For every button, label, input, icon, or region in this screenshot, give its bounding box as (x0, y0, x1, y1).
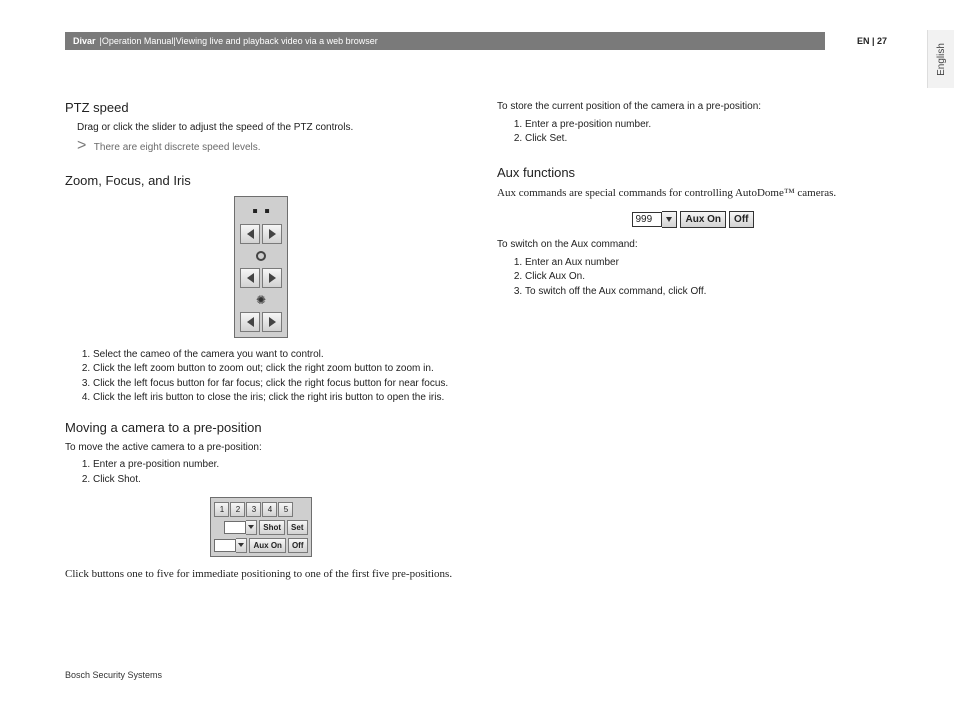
list-item: Click Shot. (93, 473, 457, 488)
aux-off-button[interactable]: Off (288, 538, 308, 553)
header-page: EN | 27 (825, 32, 891, 50)
header-doc: Operation Manual (102, 36, 174, 46)
zoom-in-glyph-icon: ▪ (261, 206, 273, 218)
preset-2-button[interactable]: 2 (230, 502, 245, 517)
aux-number-input[interactable] (214, 539, 236, 552)
aux-number-field[interactable]: 999 (632, 212, 662, 227)
aux-bar-figure: 999 Aux On Off (497, 209, 889, 228)
chevron-down-icon (248, 525, 254, 529)
zfi-heading: Zoom, Focus, and Iris (65, 173, 457, 188)
triangle-left-icon (247, 273, 254, 283)
zoom-out-button[interactable] (240, 224, 260, 244)
ptz-speed-heading: PTZ speed (65, 100, 457, 115)
list-item: Click Set. (525, 132, 889, 147)
header-bar: Divar | Operation Manual | Viewing live … (65, 32, 891, 50)
chevron-down-icon (238, 543, 244, 547)
language-tab-label: English (936, 43, 947, 76)
list-item: Select the cameo of the camera you want … (93, 348, 457, 363)
aux-intro: Aux commands are special commands for co… (497, 186, 889, 202)
preposition-intro: To move the active camera to a pre-posit… (65, 441, 457, 455)
aux-dropdown-button[interactable] (236, 538, 247, 553)
preset-number-input[interactable] (224, 521, 246, 534)
aux-on-button[interactable]: Aux On (249, 538, 285, 553)
zfi-steps: Select the cameo of the camera you want … (65, 348, 457, 406)
triangle-left-icon (247, 317, 254, 327)
header-left: Divar | Operation Manual | Viewing live … (65, 32, 825, 50)
preset-panel: 1 2 3 4 5 Shot Set A (210, 497, 311, 557)
preset-panel-figure: 1 2 3 4 5 Shot Set A (65, 497, 457, 557)
zoom-out-glyph-icon: ▪ (249, 206, 261, 218)
right-column: To store the current position of the cam… (497, 100, 889, 583)
store-intro: To store the current position of the cam… (497, 100, 889, 114)
aux-off-main-button[interactable]: Off (729, 211, 753, 228)
list-item: To switch off the Aux command, click Off… (525, 285, 889, 300)
preposition-steps: Enter a pre-position number. Click Shot. (65, 458, 457, 487)
list-item: Enter a pre-position number. (93, 458, 457, 473)
zfi-panel: ▪ ▪ ✺ (234, 196, 288, 338)
triangle-left-icon (247, 229, 254, 239)
triangle-right-icon (269, 317, 276, 327)
aux-bar: 999 Aux On Off (632, 211, 753, 228)
aux-number-dropdown[interactable] (662, 211, 677, 228)
store-steps: Enter a pre-position number. Click Set. (497, 118, 889, 147)
zoom-in-button[interactable] (262, 224, 282, 244)
iris-glyph-icon: ✺ (255, 294, 267, 306)
language-tab[interactable]: English (927, 30, 954, 88)
focus-far-button[interactable] (240, 268, 260, 288)
note-bullet-icon: > (77, 137, 86, 154)
header-page-label: EN | 27 (857, 36, 887, 46)
aux-switch-intro: To switch on the Aux command: (497, 238, 889, 252)
list-item: Enter a pre-position number. (525, 118, 889, 133)
focus-near-button[interactable] (262, 268, 282, 288)
iris-close-button[interactable] (240, 312, 260, 332)
iris-open-button[interactable] (262, 312, 282, 332)
header-brand: Divar (73, 36, 96, 46)
page: Divar | Operation Manual | Viewing live … (65, 32, 891, 692)
list-item: Click Aux On. (525, 270, 889, 285)
footer-text: Bosch Security Systems (65, 670, 162, 680)
triangle-right-icon (269, 273, 276, 283)
triangle-right-icon (269, 229, 276, 239)
zfi-panel-figure: ▪ ▪ ✺ (65, 196, 457, 338)
ptz-speed-note-row: > There are eight discrete speed levels. (77, 137, 457, 155)
ptz-speed-text: Drag or click the slider to adjust the s… (77, 121, 457, 135)
preset-dropdown-button[interactable] (246, 520, 257, 535)
preset-3-button[interactable]: 3 (246, 502, 261, 517)
preset-5-button[interactable]: 5 (278, 502, 293, 517)
preposition-footer: Click buttons one to five for immediate … (65, 567, 457, 583)
list-item: Click the left iris button to close the … (93, 391, 457, 406)
preset-1-button[interactable]: 1 (214, 502, 229, 517)
aux-heading: Aux functions (497, 165, 889, 180)
shot-button[interactable]: Shot (259, 520, 285, 535)
preset-4-button[interactable]: 4 (262, 502, 277, 517)
preposition-heading: Moving a camera to a pre-position (65, 420, 457, 435)
list-item: Click the left focus button for far focu… (93, 377, 457, 392)
ptz-speed-note: There are eight discrete speed levels. (94, 142, 261, 153)
set-button[interactable]: Set (287, 520, 307, 535)
left-column: PTZ speed Drag or click the slider to ad… (65, 100, 457, 583)
focus-glyph-icon (255, 250, 267, 262)
aux-on-main-button[interactable]: Aux On (680, 211, 726, 228)
chevron-down-icon (666, 217, 672, 222)
header-section: Viewing live and playback video via a we… (176, 36, 378, 46)
list-item: Enter an Aux number (525, 256, 889, 271)
list-item: Click the left zoom button to zoom out; … (93, 362, 457, 377)
aux-switch-steps: Enter an Aux number Click Aux On. To swi… (497, 256, 889, 300)
